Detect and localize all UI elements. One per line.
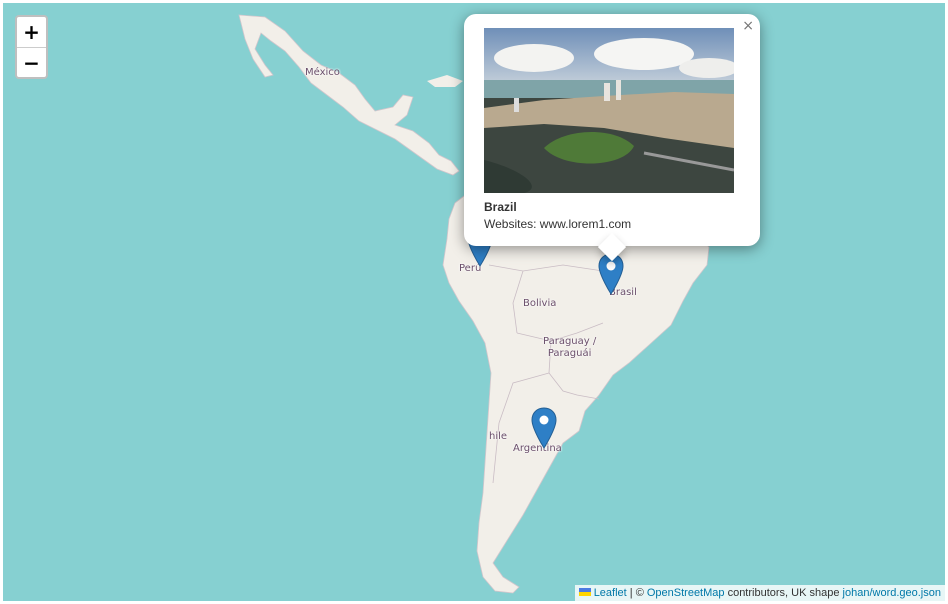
- label-bolivia: Bolivia: [523, 298, 557, 309]
- label-paraguay-line2: Paraguái: [547, 348, 592, 359]
- land-central-america: [238, 14, 460, 176]
- map-attribution: Leaflet | © OpenStreetMap contributors, …: [574, 585, 945, 601]
- zoom-in-button[interactable]: +: [17, 17, 46, 47]
- geojson-link[interactable]: johan/word.geo.json: [843, 587, 941, 599]
- popup-title: Brazil: [484, 200, 517, 214]
- attribution-mid: contributors, UK shape: [724, 587, 843, 599]
- label-paraguay: Paraguay / Paraguái: [543, 336, 596, 360]
- map-container[interactable]: México Perú Bolivia Brasil Paraguay / Pa…: [3, 3, 945, 601]
- zoom-control: + −: [15, 15, 48, 79]
- popup-text: Websites: www.lorem1.com: [484, 217, 632, 231]
- osm-link[interactable]: OpenStreetMap: [647, 587, 725, 599]
- popup-photo: [484, 28, 734, 193]
- zoom-out-button[interactable]: −: [17, 47, 46, 77]
- attribution-sep: | ©: [626, 587, 647, 599]
- label-mexico: México: [305, 67, 340, 78]
- marker-popup: × Brazil Websites: www.lorem1.com: [464, 14, 760, 262]
- ukraine-flag-icon: [578, 588, 591, 596]
- map-marker-argentina[interactable]: [531, 407, 557, 449]
- label-paraguay-line1: Paraguay /: [543, 336, 597, 347]
- leaflet-link[interactable]: Leaflet: [594, 587, 627, 599]
- popup-close-button[interactable]: ×: [742, 18, 754, 34]
- land-caribbean: [427, 75, 463, 87]
- label-chile: hile: [489, 431, 508, 442]
- marker-pin-icon: [531, 407, 557, 449]
